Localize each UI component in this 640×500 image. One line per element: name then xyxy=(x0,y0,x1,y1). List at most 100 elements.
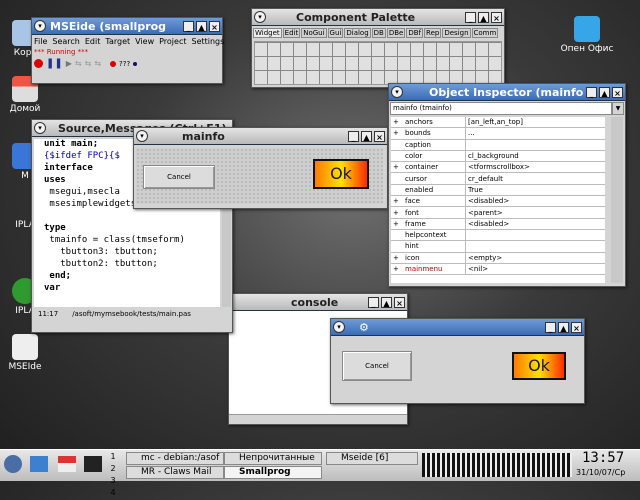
property-row[interactable]: + anchors [an_left,an_top] xyxy=(391,117,605,129)
watch-icon[interactable]: ??? xyxy=(119,60,130,68)
property-row[interactable]: helpcontext xyxy=(391,229,605,242)
property-value[interactable]: True xyxy=(465,184,605,197)
step-icon[interactable]: ⇆ xyxy=(75,59,82,68)
window-menu-button[interactable]: ▾ xyxy=(136,130,148,142)
palette-tab[interactable]: Rep xyxy=(424,28,442,38)
property-row[interactable]: + mainmenu <nil> xyxy=(391,263,605,276)
palette-tab[interactable]: DBf xyxy=(406,28,424,38)
desktop-1[interactable]: 1 xyxy=(106,452,120,464)
maximize-button[interactable]: ▲ xyxy=(558,321,569,333)
minimize-button[interactable]: _ xyxy=(183,20,194,32)
menu-item[interactable]: Search xyxy=(52,37,79,46)
desktop-3[interactable]: 3 xyxy=(106,476,120,488)
breakpoint-icon[interactable] xyxy=(110,60,117,67)
component-selector[interactable]: mainfo (tmainfo) xyxy=(390,102,612,115)
task-mc[interactable]: mc - debian:/asof xyxy=(126,452,224,465)
inspector-vscroll[interactable] xyxy=(611,117,623,283)
step-out-icon[interactable]: ⇆ xyxy=(94,59,101,68)
task-smallprog[interactable]: Smallprog xyxy=(224,466,322,479)
property-row[interactable]: + frame <disabled> xyxy=(391,218,605,230)
task-unread[interactable]: Непрочитанные xyxy=(224,452,322,465)
expand-icon[interactable]: + xyxy=(391,252,403,264)
palette-titlebar[interactable]: ▾ Component Palette _ ▲ × xyxy=(252,9,504,26)
window-menu-button[interactable]: ▾ xyxy=(34,122,46,134)
minimize-button[interactable]: _ xyxy=(545,321,556,333)
minimize-button[interactable]: _ xyxy=(368,296,379,308)
close-button[interactable]: × xyxy=(612,86,623,98)
property-value[interactable]: cl_background xyxy=(465,150,605,163)
property-value[interactable]: <empty> xyxy=(465,252,605,264)
chevron-down-icon[interactable]: ▼ xyxy=(612,102,624,115)
expand-icon[interactable]: + xyxy=(391,161,403,174)
run-icon[interactable]: ▶ xyxy=(66,59,72,68)
palette-tab[interactable]: Design xyxy=(442,28,471,38)
window-menu-button[interactable]: ▾ xyxy=(34,20,46,32)
property-value[interactable]: ... xyxy=(465,127,605,140)
stop-icon[interactable] xyxy=(34,59,43,68)
property-value[interactable]: <disabled> xyxy=(465,195,605,208)
ok-button[interactable]: Ok xyxy=(313,159,369,189)
task-mseide[interactable]: Mseide [6] xyxy=(326,452,418,465)
menu-item[interactable]: Project xyxy=(159,37,186,46)
property-row[interactable]: + bounds... xyxy=(391,127,605,140)
ok-button[interactable]: Ok xyxy=(512,352,566,380)
inspector-titlebar[interactable]: ▾ Object Inspector (mainfo) _ ▲ × xyxy=(389,84,625,101)
palette-tab[interactable]: Dialog xyxy=(344,28,371,38)
close-button[interactable]: × xyxy=(394,296,405,308)
task-claws-mail[interactable]: MR - Claws Mail xyxy=(126,466,224,479)
menu-item[interactable]: Edit xyxy=(85,37,101,46)
property-value[interactable] xyxy=(465,139,605,151)
property-value[interactable]: <disabled> xyxy=(465,218,605,230)
property-row[interactable]: color cl_background xyxy=(391,150,605,163)
close-button[interactable]: × xyxy=(571,321,582,333)
step-into-icon[interactable]: ⇆ xyxy=(85,59,92,68)
desktop-4[interactable]: 4 xyxy=(106,488,120,500)
property-value[interactable]: [an_left,an_top] xyxy=(465,117,605,129)
clock[interactable]: 13:57 xyxy=(582,450,624,466)
expand-icon[interactable] xyxy=(391,229,403,242)
console-titlebar[interactable]: console _ ▲ × xyxy=(229,294,407,311)
property-row[interactable]: enabled True xyxy=(391,184,605,197)
show-desktop-icon[interactable] xyxy=(30,456,48,472)
window-menu-button[interactable]: ▾ xyxy=(254,11,266,23)
kde-menu-icon[interactable] xyxy=(4,455,22,473)
expand-icon[interactable]: + xyxy=(391,117,403,129)
expand-icon[interactable]: + xyxy=(391,218,403,230)
expand-icon[interactable] xyxy=(391,139,403,151)
property-row[interactable]: + icon <empty> xyxy=(391,252,605,264)
maximize-button[interactable]: ▲ xyxy=(478,11,489,23)
palette-tab[interactable]: DB xyxy=(371,28,386,38)
mainfo-titlebar[interactable]: ▾ mainfo _ ▲ × xyxy=(134,128,387,145)
palette-tab[interactable]: Edit xyxy=(282,28,301,38)
close-button[interactable]: × xyxy=(491,11,502,23)
desktop-icon-openoffice[interactable]: Опен Офис xyxy=(550,16,624,54)
maximize-button[interactable]: ▲ xyxy=(361,130,372,142)
property-row[interactable]: cursor cr_default xyxy=(391,172,605,185)
property-value[interactable]: <nil> xyxy=(465,263,605,276)
cancel-button[interactable]: Cancel xyxy=(143,165,215,189)
menu-item[interactable]: Target xyxy=(105,37,130,46)
minimize-button[interactable]: _ xyxy=(465,11,476,23)
menu-item[interactable]: View xyxy=(135,37,154,46)
property-row[interactable]: + font <parent> xyxy=(391,206,605,219)
property-value[interactable]: cr_default xyxy=(465,172,605,185)
property-value[interactable] xyxy=(465,229,605,242)
palette-tab[interactable]: Widget xyxy=(253,28,282,38)
menu-item[interactable]: File xyxy=(34,37,47,46)
expand-icon[interactable]: + xyxy=(391,127,403,140)
console-hscroll[interactable] xyxy=(229,414,407,424)
expand-icon[interactable] xyxy=(391,184,403,197)
maximize-button[interactable]: ▲ xyxy=(599,86,610,98)
minimize-button[interactable]: _ xyxy=(586,86,597,98)
dot-icon[interactable] xyxy=(133,61,138,66)
property-row[interactable]: hint xyxy=(391,240,605,253)
property-value[interactable] xyxy=(465,240,605,253)
window-menu-button[interactable]: ▾ xyxy=(333,321,345,333)
maximize-button[interactable]: ▲ xyxy=(196,20,207,32)
palette-tab[interactable]: Comm xyxy=(471,28,499,38)
property-row[interactable]: + face <disabled> xyxy=(391,195,605,208)
expand-icon[interactable]: + xyxy=(391,263,403,276)
property-row[interactable]: caption xyxy=(391,139,605,151)
property-value[interactable]: <tformscrollbox> xyxy=(465,161,605,174)
palette-tab[interactable]: Gui xyxy=(327,28,344,38)
